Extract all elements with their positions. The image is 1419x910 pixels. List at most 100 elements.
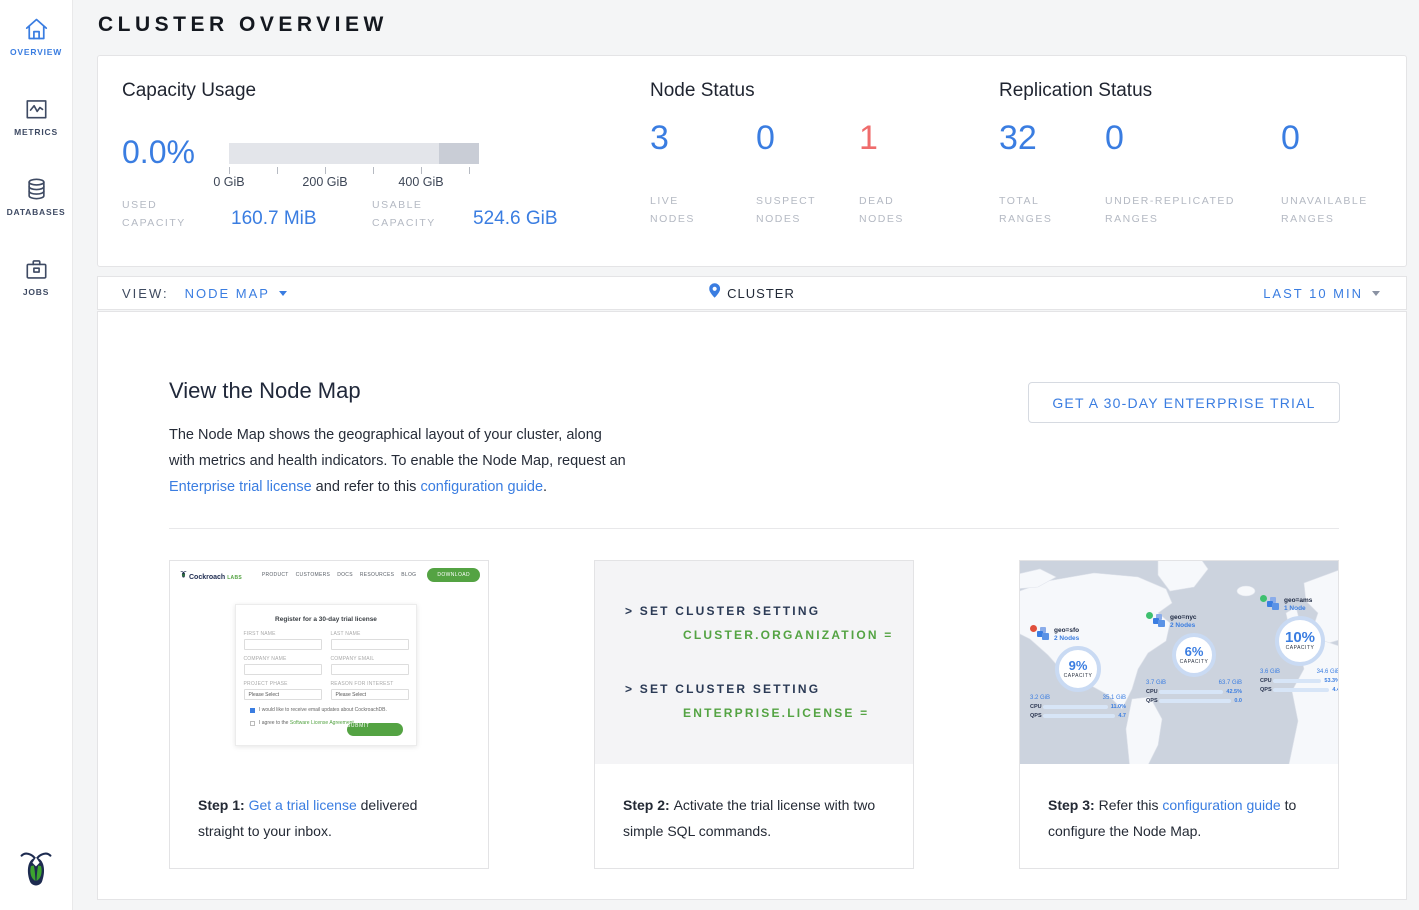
qps-value: 4.7 [1118, 713, 1126, 719]
field-label: FIRST NAME [244, 631, 322, 637]
capacity-bar-reserved-segment [439, 143, 479, 164]
configuration-guide-link[interactable]: configuration guide [420, 479, 543, 495]
locality-name: geo=sfo [1054, 627, 1079, 634]
capacity-percent: 9% [1069, 659, 1088, 672]
get-trial-license-link[interactable]: Get a trial license [249, 797, 357, 813]
sidebar-item-label: METRICS [0, 127, 72, 137]
capacity-gauge: 10% CAPACITY [1275, 616, 1325, 666]
capacity-used: 3.7 GiB [1146, 680, 1166, 686]
time-range-value: LAST 10 MIN [1263, 286, 1363, 301]
configuration-guide-link[interactable]: configuration guide [1162, 797, 1280, 813]
description-text: The Node Map shows the geographical layo… [169, 427, 630, 469]
text-input [244, 639, 322, 650]
sidebar-item-label: DATABASES [0, 207, 72, 217]
agree-prefix: I agree to the [259, 720, 290, 726]
unavailable-ranges-label: UNAVAILABLE RANGES [1281, 192, 1401, 228]
capacity-gauge-label: CAPACITY [1286, 645, 1315, 651]
used-capacity-label: USED CAPACITY [122, 196, 206, 232]
trial-registration-form: Register for a 30-day trial license FIRS… [235, 604, 417, 746]
trial-license-site-thumbnail: Cockroach LABS PRODUCT CUSTOMERS DOCS RE… [170, 561, 488, 764]
step-number: Step 3: [1048, 797, 1099, 813]
qps-bar [1043, 714, 1115, 718]
text-input [244, 664, 322, 675]
locality-header: geo=sfo 2 Nodes [1030, 627, 1126, 642]
view-selector-dropdown[interactable]: VIEW: NODE MAP [98, 286, 287, 301]
qps-label: QPS [1260, 687, 1273, 693]
node-status-dot-live [1260, 595, 1267, 602]
node-map-thumbnail: geo=sfo 2 Nodes 9% CAPACITY 3.2 GiB35.1 … [1020, 561, 1338, 764]
cpu-value: 11.0% [1111, 704, 1126, 710]
scope-breadcrumb[interactable]: CLUSTER [709, 283, 795, 303]
step1-card: Cockroach LABS PRODUCT CUSTOMERS DOCS RE… [169, 560, 489, 869]
location-pin-icon [709, 283, 720, 303]
capacity-range: 3.6 GiB34.6 GiB [1260, 669, 1338, 675]
axis-tick-label: 200 GiB [302, 175, 347, 189]
node-status-dot-live [1146, 612, 1153, 619]
time-range-dropdown[interactable]: LAST 10 MIN [1263, 286, 1406, 301]
agree-text: I agree to the Software License Agreemen… [259, 720, 355, 726]
capacity-gauge: 6% CAPACITY [1172, 633, 1216, 677]
live-nodes-label: LIVE NODES [650, 192, 722, 228]
locality-badge-nyc: geo=nyc 2 Nodes 6% CAPACITY 3.7 GiB63.7 … [1146, 614, 1242, 704]
nodes-cube-icon [1267, 597, 1280, 610]
capacity-total: 35.1 GiB [1103, 695, 1126, 701]
qps-label: QPS [1030, 713, 1043, 719]
capacity-axis [229, 167, 479, 174]
nodes-cube-icon [1153, 614, 1166, 627]
cpu-row: CPU53.3% [1260, 678, 1338, 684]
cpu-label: CPU [1146, 689, 1159, 695]
total-ranges-label: TOTAL RANGES [999, 192, 1071, 228]
used-capacity-value: 160.7 MiB [231, 208, 317, 230]
cockroach-labs-logo: Cockroach LABS [180, 570, 242, 581]
qps-value: 4.4 [1332, 687, 1338, 693]
mini-site-header: Cockroach LABS PRODUCT CUSTOMERS DOCS RE… [180, 568, 480, 582]
divider [169, 528, 1339, 529]
sql-commands-thumbnail: > SET CLUSTER SETTING CLUSTER.ORGANIZATI… [595, 561, 913, 764]
select-input: Please Select [331, 689, 409, 700]
enterprise-trial-license-link[interactable]: Enterprise trial license [169, 479, 312, 495]
locality-node-count: 1 Node [1284, 605, 1312, 612]
locality-name: geo=ams [1284, 597, 1312, 604]
cpu-label: CPU [1030, 704, 1043, 710]
field-label: REASON FOR INTEREST [331, 681, 409, 687]
enterprise-trial-button[interactable]: GET A 30-DAY ENTERPRISE TRIAL [1028, 382, 1340, 423]
step2-caption: Step 2: Activate the trial license with … [595, 766, 913, 868]
locality-badge-ams: geo=ams 1 Node 10% CAPACITY 3.6 GiB34.6 … [1260, 597, 1338, 693]
sidebar-item-metrics[interactable]: METRICS [0, 96, 72, 137]
capacity-total: 34.6 GiB [1317, 669, 1338, 675]
sql-prompt: > [625, 604, 640, 618]
nav-item: PRODUCT [262, 572, 289, 578]
dead-nodes-count: 1 [859, 118, 878, 158]
nodes-cube-icon [1037, 627, 1050, 640]
field-label: PROJECT PHASE [244, 681, 322, 687]
view-label: VIEW: [122, 286, 169, 301]
metrics-chart-icon [0, 96, 72, 122]
sidebar-item-jobs[interactable]: JOBS [0, 256, 72, 297]
capacity-bar [229, 143, 479, 164]
node-map-section-title: View the Node Map [169, 378, 361, 404]
capacity-range: 3.2 GiB35.1 GiB [1030, 695, 1126, 701]
bug-icon [180, 570, 187, 579]
sidebar-item-databases[interactable]: DATABASES [0, 176, 72, 217]
database-icon [0, 176, 72, 202]
step1-caption: Step 1: Get a trial license delivered st… [170, 766, 488, 868]
capacity-usage-title: Capacity Usage [122, 80, 256, 102]
sql-line: > SET CLUSTER SETTING [625, 682, 820, 696]
cpu-row: CPU 11.0% [1030, 704, 1126, 710]
step3-card: geo=sfo 2 Nodes 9% CAPACITY 3.2 GiB35.1 … [1019, 560, 1339, 869]
capacity-gauge: 9% CAPACITY [1055, 646, 1101, 692]
cluster-summary-panel: Capacity Usage 0.0% 0 GiB 200 GiB 400 Gi… [97, 55, 1407, 267]
form-title: Register for a 30-day trial license [236, 616, 416, 623]
axis-tick-label: 400 GiB [398, 175, 443, 189]
cpu-bar [1159, 690, 1223, 694]
locality-header: geo=nyc 2 Nodes [1146, 614, 1242, 629]
sql-argument: CLUSTER.ORGANIZATION = [683, 628, 894, 642]
suspect-nodes-count: 0 [756, 118, 775, 158]
qps-row: QPS0.0 [1146, 698, 1242, 704]
total-ranges-count: 32 [999, 118, 1037, 158]
license-agreement-link: Software License Agreement. [290, 720, 355, 726]
capacity-percent: 6% [1185, 645, 1204, 658]
node-status-title: Node Status [650, 80, 755, 102]
sidebar-item-overview[interactable]: OVERVIEW [0, 16, 72, 57]
axis-tick-label: 0 GiB [213, 175, 244, 189]
